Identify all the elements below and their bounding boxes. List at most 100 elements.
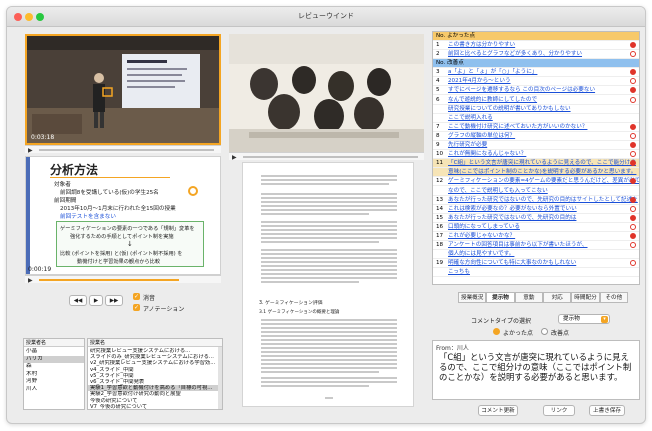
annotation-checkbox[interactable]: ✓ — [133, 304, 140, 311]
comment-row[interactable]: 7 ここで動機付け研究に述べておいた方がいいのかない？ — [433, 123, 639, 132]
comment-row[interactable]: 15 あなたが行った研究ではないので、先研究の目的は — [433, 214, 639, 223]
comment-row-text[interactable]: 「C組」という文言が唐突に現れているように見えるので、ここで能分けの — [448, 160, 636, 166]
lesson-list-item[interactable]: V7_今後の研究について — [88, 404, 222, 409]
comment-row-text[interactable]: ここで動機付け研究に述べておいた方がいいのかない？ — [448, 124, 587, 130]
comment-row[interactable]: 4 2021年4月から〜という — [433, 77, 639, 87]
flag-marker-icon[interactable] — [630, 260, 636, 267]
comment-row[interactable]: 14 これは検索が必要なの？必要がないなら外置でいい — [433, 205, 639, 214]
comment-row-text[interactable]: これが無関になるんじゃない？ — [448, 151, 526, 157]
slide-seekbar[interactable] — [39, 279, 179, 281]
teacher-list-item[interactable]: 河野 — [24, 378, 84, 386]
comment-category-tab[interactable]: その他 — [599, 292, 628, 303]
bad-radio[interactable] — [541, 328, 548, 335]
flag-marker-icon[interactable] — [630, 69, 636, 76]
teacher-list-item[interactable]: 森 — [24, 363, 84, 371]
link-button[interactable]: リンク — [543, 405, 575, 416]
comment-row[interactable]: 19 明確な方向性についても特に大事なのかもしれない — [433, 259, 639, 269]
comment-row-text[interactable]: アンケートの回答項目は事前から以下が書いたほうが、 — [448, 242, 588, 248]
comment-text[interactable]: 「C組」という文言が唐突に現れているように見えるので、ここで組分けの意味（ここで… — [439, 352, 633, 382]
comment-row-text[interactable]: ゲーミフィケーションの要素=4ゲームの要素だと思うんだけど、差異が出てる — [448, 178, 639, 184]
comment-row-text[interactable]: 2021年4月から〜という — [448, 78, 511, 84]
comment-row-text[interactable]: 前回と比べるとグラフなどが多くあり、分かりやすい — [448, 51, 582, 57]
comment-row[interactable]: ここで説明入れる — [433, 114, 639, 123]
comment-row-text[interactable]: 意味(ここではポイント制のことかな)を説明する必要があるかと思います。 — [448, 169, 636, 175]
rewind-button[interactable]: ◀◀ — [69, 295, 87, 306]
play-icon[interactable]: ▶ — [28, 277, 33, 284]
video2-seekbar[interactable] — [243, 156, 418, 158]
comment-category-tab[interactable]: 意動 — [514, 292, 543, 303]
video1-controls[interactable]: ▶ — [25, 145, 221, 154]
lecture-video[interactable]: 0:03:18 — [25, 34, 221, 145]
comment-row[interactable]: 17 これが必要じゃないかな？ — [433, 232, 639, 241]
update-comment-button[interactable]: コメント更新 — [478, 405, 518, 416]
comment-row[interactable]: 3 a「よ」と「ょ」が「○」「ように」 — [433, 68, 639, 78]
flag-marker-icon[interactable] — [630, 233, 636, 239]
comment-row-text[interactable]: あなたが行った研究ではないので、先研究の目的は — [448, 215, 576, 221]
comment-row[interactable]: 11 「C組」という文言が唐突に現れているように見えるので、ここで能分けの — [433, 159, 639, 169]
teacher-list[interactable]: 授業者名 小畠 バリガ森木村 河野 川人 — [23, 338, 85, 410]
comment-row[interactable]: 意味(ここではポイント制のことかな)を説明する必要があるかと思います。 — [433, 168, 639, 178]
comment-row-text[interactable]: この書き方は分かりやすい — [448, 42, 515, 48]
comment-row[interactable]: こっちも — [433, 268, 639, 278]
comment-row-text[interactable]: あなたが行った研究ではないので、先研究の目的はサイトしたとして記述を — [448, 197, 638, 203]
comment-row-text[interactable]: グラフの縦軸の単位は何？ — [448, 133, 515, 139]
comment-row[interactable]: 2 前回と比べるとグラフなどが多くあり、分かりやすい — [433, 50, 639, 60]
comment-row[interactable]: 1 この書き方は分かりやすい — [433, 41, 639, 50]
lesson-list-scrollbar[interactable] — [218, 347, 222, 409]
document-view[interactable]: 3. ゲーミフィケーション評価 3.1 ゲーミフィケーションの概要と理論 — [242, 162, 414, 407]
lesson-list[interactable]: 授業名 研究授業レビュー支援システムにおける... スライドのみ_研究授業レビュー… — [87, 338, 223, 410]
flag-marker-icon[interactable] — [630, 51, 636, 58]
comment-row[interactable]: なので、ここで説明しても入ってこない — [433, 187, 639, 196]
audience-video[interactable] — [229, 34, 424, 152]
save-button[interactable]: 上書き保存 — [589, 405, 625, 416]
good-radio[interactable] — [493, 328, 500, 335]
flag-marker-icon[interactable] — [630, 87, 636, 94]
flag-marker-icon[interactable] — [630, 96, 636, 103]
comment-category-tab[interactable]: 授業概況 — [458, 292, 487, 303]
flag-marker-icon[interactable] — [630, 242, 636, 249]
comment-row-text[interactable]: これは検索が必要なの？必要がないなら外置でいい — [448, 206, 577, 212]
flag-marker-icon[interactable] — [630, 214, 636, 221]
flag-marker-icon[interactable] — [630, 205, 636, 212]
teacher-list-item[interactable]: バリガ — [24, 355, 84, 363]
comment-row-text[interactable]: 個人的には見やすいです。 — [448, 251, 514, 257]
comment-row[interactable]: 16 口頭的になってしまっている — [433, 223, 639, 232]
flag-marker-icon[interactable] — [630, 196, 636, 203]
flag-marker-icon[interactable] — [630, 223, 636, 230]
comment-row[interactable]: 13 あなたが行った研究ではないので、先研究の目的はサイトしたとして記述を — [433, 196, 639, 205]
video2-controls[interactable]: ▶ — [229, 152, 424, 161]
flag-marker-icon[interactable] — [630, 42, 636, 48]
comment-category-tab[interactable]: 対応 — [543, 292, 572, 303]
comment-row-text[interactable]: これが必要じゃないかな？ — [448, 233, 515, 239]
teacher-list-item[interactable]: 木村 — [24, 371, 84, 379]
comment-row-text[interactable]: 口頭的になってしまっている — [448, 224, 520, 230]
comment-row[interactable]: 12 ゲーミフィケーションの要素=4ゲームの要素だと思うんだけど、差異が出てる — [433, 177, 639, 187]
flag-marker-icon[interactable] — [630, 132, 636, 139]
comment-row[interactable]: 8 グラフの縦軸の単位は何？ — [433, 132, 639, 141]
flag-marker-icon[interactable] — [630, 78, 636, 85]
comment-row-text[interactable]: ここで説明入れる — [448, 115, 493, 121]
slide-controls[interactable]: ▶ — [25, 275, 221, 284]
play-icon[interactable]: ▶ — [28, 147, 33, 154]
comment-row[interactable]: 研究授業についての説明が書いてありかもしない — [433, 105, 639, 114]
comment-row-text[interactable]: 明確な方向性についても特に大事なのかもしれない — [448, 260, 576, 266]
comment-row-text[interactable]: すでにページを遷移するなら この目次のページは必要ない — [448, 87, 595, 93]
comment-row-text[interactable]: a「よ」と「ょ」が「○」「ように」 — [448, 69, 537, 75]
comment-row[interactable]: 個人的には見やすいです。 — [433, 250, 639, 260]
comment-row-text[interactable]: こっちも — [448, 269, 470, 275]
comment-detail[interactable]: From：川人 「C組」という文言が唐突に現れているように見えるので、ここで組分… — [432, 340, 640, 400]
comment-category-tab[interactable]: 時間配分 — [571, 292, 600, 303]
comment-row[interactable]: 5 すでにページを遷移するなら この目次のページは必要ない — [433, 86, 639, 96]
video1-seekbar[interactable] — [39, 149, 214, 151]
comment-row-text[interactable]: 先行研究が必要 — [448, 142, 487, 148]
flag-marker-icon[interactable] — [630, 151, 636, 158]
fast-forward-button[interactable]: ▶▶ — [105, 295, 123, 306]
comment-row[interactable]: 6 なんで遊説的に教師にしてしたので — [433, 96, 639, 105]
flag-marker-icon[interactable] — [630, 123, 636, 130]
comment-row[interactable]: 9 先行研究が必要 — [433, 141, 639, 150]
flag-marker-icon[interactable] — [630, 142, 636, 148]
play-icon[interactable]: ▶ — [232, 154, 237, 161]
comment-row-text[interactable]: なんで遊説的に教師にしてしたので — [448, 97, 537, 103]
comment-type-select[interactable]: 提示物 ▾ — [558, 314, 610, 324]
teacher-list-item[interactable]: 川人 — [24, 386, 84, 394]
